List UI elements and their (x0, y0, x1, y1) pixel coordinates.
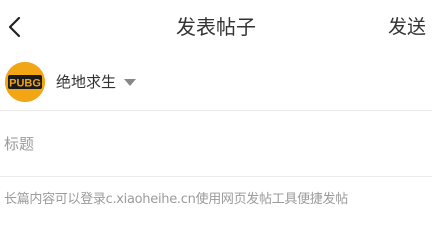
caret-down-icon[interactable] (124, 79, 136, 86)
top-bar: 发表帖子 发送 (0, 0, 432, 54)
game-avatar[interactable]: PUBG (5, 62, 45, 102)
game-name[interactable]: 绝地求生 (56, 72, 116, 92)
title-input[interactable] (4, 133, 424, 155)
content-input[interactable] (4, 188, 428, 238)
avatar-logo-text: PUBG (9, 78, 41, 90)
game-selector[interactable]: PUBG 绝地求生 (0, 56, 432, 111)
content-field (0, 178, 432, 244)
send-button[interactable]: 发送 (388, 13, 426, 41)
page-title: 发表帖子 (176, 15, 256, 39)
title-field (0, 111, 432, 177)
